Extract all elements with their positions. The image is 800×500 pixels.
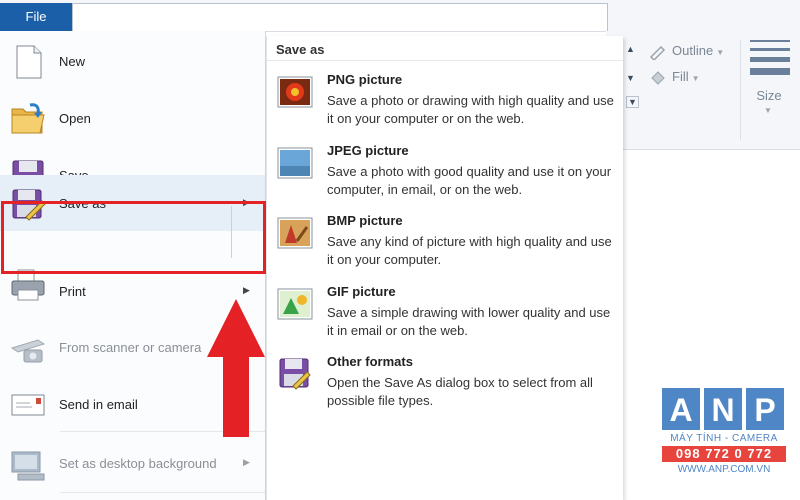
submenu-title: Save as <box>276 42 325 57</box>
submenu-item-bmp[interactable]: BMP picture Save any kind of picture wit… <box>267 211 623 277</box>
submenu-item-description: Save a photo with good quality and use i… <box>327 164 612 197</box>
anp-phone: 098 772 0 772 <box>662 446 786 462</box>
outline-brush-icon <box>649 45 666 60</box>
menu-item-label: Set as desktop background <box>59 456 217 471</box>
bmp-picture-icon <box>277 217 313 249</box>
submenu-item-description: Open the Save As dialog box to select fr… <box>327 375 593 408</box>
menu-item-new[interactable]: New <box>0 34 265 90</box>
submenu-arrow-icon[interactable]: ▶ <box>243 285 250 296</box>
ribbon-divider <box>740 40 741 140</box>
other-formats-icon <box>279 358 311 390</box>
submenu-item-other-formats[interactable]: Other formats Open the Save As dialog bo… <box>267 352 623 418</box>
outline-button[interactable]: Outline ▼ <box>648 43 724 60</box>
anp-letter: A <box>662 388 700 430</box>
submenu-item-title: Other formats <box>327 354 413 369</box>
menu-item-label: New <box>59 54 86 69</box>
size-dropdown-icon[interactable]: ▼ <box>764 106 772 115</box>
submenu-item-title: PNG picture <box>327 72 403 87</box>
submenu-item-title: JPEG picture <box>327 143 409 158</box>
submenu-item-title: BMP picture <box>327 213 403 228</box>
open-folder-icon <box>11 103 45 134</box>
up-arrow-annotation-icon <box>207 299 265 437</box>
anp-tagline: MÁY TÍNH - CAMERA <box>670 433 778 444</box>
submenu-header: Save as <box>267 36 623 61</box>
ribbon-tab-strip <box>72 3 608 31</box>
save-as-submenu: Save as PNG picture Save a photo or draw… <box>266 36 623 500</box>
anp-website: WWW.ANP.COM.VN <box>677 464 771 475</box>
submenu-item-description: Save any kind of picture with high quali… <box>327 234 612 267</box>
anp-letters: A N P <box>662 388 786 430</box>
anp-letter: P <box>746 388 784 430</box>
size-icon[interactable] <box>748 40 792 81</box>
submenu-item-jpeg[interactable]: JPEG picture Save a photo with good qual… <box>267 141 623 207</box>
menu-item-label: Print <box>59 284 86 299</box>
anp-letter: N <box>704 388 742 430</box>
png-picture-icon <box>277 76 313 108</box>
desktop-icon <box>11 451 45 481</box>
submenu-arrow-icon: ▶ <box>243 457 250 467</box>
menu-item-label: From scanner or camera <box>59 340 202 355</box>
ribbon-scroll-up-icon[interactable]: ▲ <box>626 44 635 54</box>
email-icon <box>11 394 45 416</box>
size-label: Size <box>756 88 782 103</box>
submenu-item-png[interactable]: PNG picture Save a photo or drawing with… <box>267 70 623 136</box>
file-tab[interactable]: File <box>0 3 72 31</box>
menu-item-open[interactable]: Open <box>0 91 265 147</box>
jpeg-picture-icon <box>277 147 313 179</box>
menu-item-desktop-background: Set as desktop background ▶ <box>0 436 265 492</box>
new-file-icon <box>16 45 42 79</box>
gif-picture-icon <box>277 288 313 320</box>
fill-button[interactable]: Fill ▼ <box>648 69 700 86</box>
submenu-item-gif[interactable]: GIF picture Save a simple drawing with l… <box>267 282 623 348</box>
title-bar: File <box>0 0 800 32</box>
scanner-icon <box>10 339 46 363</box>
menu-item-label: Send in email <box>59 397 138 412</box>
outline-label: Outline <box>672 43 714 58</box>
fill-label: Fill <box>672 69 689 84</box>
highlight-box <box>1 201 266 274</box>
menu-separator <box>60 492 265 493</box>
menu-item-label: Open <box>59 111 91 126</box>
ribbon-scroll-down-icon[interactable]: ▼ <box>626 73 635 83</box>
anp-watermark-logo: A N P MÁY TÍNH - CAMERA 098 772 0 772 WW… <box>662 388 786 475</box>
submenu-item-title: GIF picture <box>327 284 396 299</box>
ribbon-expand-icon[interactable]: ▼ <box>626 96 639 108</box>
submenu-item-description: Save a photo or drawing with high qualit… <box>327 93 614 126</box>
fill-bucket-icon <box>651 70 665 85</box>
submenu-item-description: Save a simple drawing with lower quality… <box>327 305 611 338</box>
